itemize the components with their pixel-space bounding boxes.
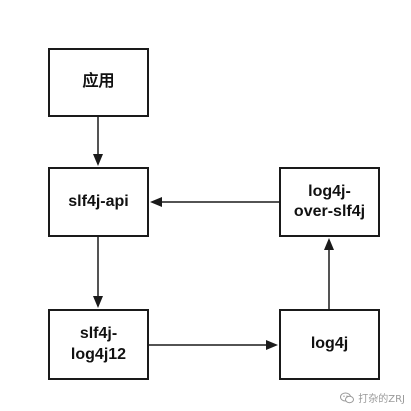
wechat-icon: [340, 392, 355, 403]
arrowhead-left: [150, 197, 162, 207]
watermark-text: 打杂的ZRJ: [358, 394, 405, 405]
arrowhead-down: [93, 154, 103, 166]
node-log4j: log4j: [279, 309, 380, 380]
node-label: log4j- over-slf4j: [293, 182, 366, 220]
node-app: 应用: [48, 48, 149, 117]
node-label: slf4j-api: [68, 192, 129, 210]
node-slf4j-api: slf4j-api: [48, 167, 149, 237]
node-label: slf4j- log4j12: [70, 325, 127, 363]
arrowhead-down: [93, 296, 103, 308]
arrowhead-up: [324, 238, 334, 250]
diagram-canvas: 应用 slf4j-api log4j- over-slf4j slf4j- lo…: [0, 0, 411, 411]
node-slf4j-log4j12: slf4j- log4j12: [48, 309, 149, 380]
arrowhead-right: [266, 340, 278, 350]
node-label: log4j: [310, 335, 349, 353]
node-log4j-over-slf4j: log4j- over-slf4j: [279, 167, 380, 237]
watermark: 打杂的ZRJ: [340, 390, 405, 405]
node-label: 应用: [82, 73, 115, 91]
